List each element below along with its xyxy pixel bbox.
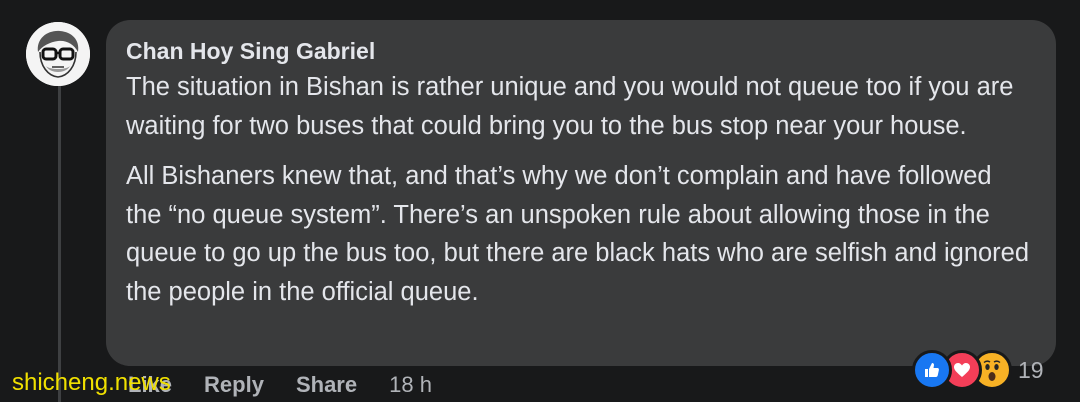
thread-connector-line: [58, 84, 61, 402]
comment-author-name[interactable]: Chan Hoy Sing Gabriel: [126, 38, 1034, 64]
comment-paragraph-1: The situation in Bishan is rather unique…: [126, 73, 1014, 140]
comment-bubble: Chan Hoy Sing Gabriel The situation in B…: [106, 20, 1056, 366]
watermark: shicheng.news: [12, 369, 171, 396]
comment-timestamp[interactable]: 18 h: [389, 372, 432, 398]
comment-actions: Like Reply Share 18 h: [128, 370, 432, 400]
reply-action-link[interactable]: Reply: [204, 372, 264, 398]
avatar[interactable]: [26, 22, 90, 86]
reaction-count: 19: [1018, 356, 1044, 383]
avatar-illustration: [26, 22, 90, 86]
like-icon: [912, 350, 952, 390]
share-action-link[interactable]: Share: [296, 372, 357, 398]
comment-thread: Chan Hoy Sing Gabriel The situation in B…: [0, 0, 1080, 402]
reaction-summary[interactable]: 19: [912, 350, 1044, 390]
comment-paragraph-2: All Bishaners knew that, and that’s why …: [126, 162, 1030, 306]
